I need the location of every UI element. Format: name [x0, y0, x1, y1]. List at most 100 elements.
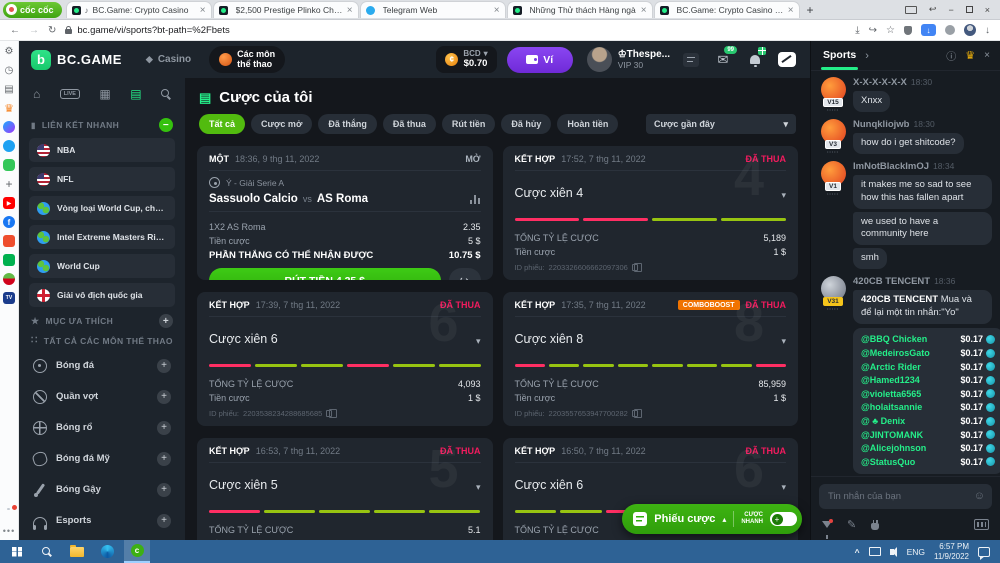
sidebar-sport-item[interactable]: Bóng đá — [29, 352, 175, 379]
tip-recipient[interactable]: @Hamed1234 — [861, 375, 920, 385]
display-icon[interactable] — [869, 547, 881, 556]
chat-toggle-icon[interactable] — [776, 51, 798, 69]
collapse-button[interactable] — [159, 118, 173, 132]
browser-tab[interactable]: Những Thử thách Hàng ngà — [507, 1, 653, 18]
forward-icon[interactable]: → — [29, 25, 39, 36]
bookmark-star-icon[interactable]: ☆ — [886, 25, 895, 36]
history-icon[interactable] — [3, 64, 15, 76]
recent-tabs-icon[interactable]: ↩ — [929, 4, 937, 15]
twitter-icon[interactable] — [3, 140, 15, 152]
browser-tab[interactable]: BC.Game: Crypto Casino Gan — [654, 1, 800, 18]
tab-search-icon[interactable] — [905, 6, 917, 14]
chat-username[interactable]: X-X-X-X-X-X — [853, 77, 907, 88]
tab-audio-icon[interactable]: ♪ — [85, 6, 89, 15]
tv-icon[interactable] — [3, 292, 15, 304]
coccoc-browser-button[interactable] — [124, 540, 150, 563]
save-page-icon[interactable]: ⤓ — [855, 25, 859, 36]
profile-avatar-icon[interactable] — [964, 24, 976, 36]
filter-pill[interactable]: Đã thắng — [318, 114, 377, 134]
tip-recipient[interactable]: @ ♣ Denix — [861, 416, 905, 426]
expand-caret-icon[interactable] — [476, 336, 481, 347]
tab-close-icon[interactable] — [641, 5, 647, 16]
filter-pill[interactable]: Rút tiền — [442, 114, 496, 134]
quick-bet-toggle[interactable] — [770, 512, 797, 526]
quick-link[interactable]: World Cup — [29, 254, 175, 278]
tip-recipient[interactable]: @Arctic Rider — [861, 362, 921, 372]
tip-recipient[interactable]: @JINTOMANK — [861, 430, 923, 440]
expand-caret-icon[interactable] — [781, 482, 786, 493]
expand-sport-button[interactable] — [157, 359, 171, 373]
sort-dropdown[interactable]: Cược gần đây — [646, 114, 796, 134]
mail-icon[interactable]: ✉99 — [712, 51, 734, 69]
chat-input[interactable] — [819, 484, 992, 509]
away-team[interactable]: AS Roma — [317, 193, 368, 205]
file-explorer-button[interactable] — [64, 540, 90, 563]
chat-tab-sports[interactable]: Sports — [821, 41, 858, 70]
quick-link[interactable]: Intel Extreme Masters Rio Major 2022 — [29, 225, 175, 249]
action-center-icon[interactable] — [978, 547, 990, 557]
tip-recipient[interactable]: @violetta6565 — [861, 389, 921, 399]
add-favorite-button[interactable] — [159, 314, 173, 328]
share-bet-button[interactable] — [449, 268, 481, 280]
tip-recipient[interactable]: @BBQ Chicken — [861, 334, 927, 344]
info-icon[interactable] — [946, 48, 956, 63]
expand-sport-button[interactable] — [157, 421, 171, 435]
notifications-icon[interactable] — [744, 51, 766, 69]
shopee-icon[interactable] — [3, 235, 15, 247]
expand-sport-button[interactable] — [157, 483, 171, 497]
live-icon[interactable]: LIVE — [60, 89, 80, 99]
quick-link[interactable]: Giải vô địch quốc gia — [29, 283, 175, 307]
bet-history-icon[interactable] — [680, 51, 702, 69]
tip-recipient[interactable]: @holaitsannie — [861, 402, 922, 412]
stats-icon[interactable] — [470, 195, 481, 204]
copy-icon[interactable] — [632, 410, 638, 417]
expand-caret-icon[interactable] — [781, 336, 786, 347]
minimize-button[interactable]: − — [948, 5, 953, 15]
rewards-crown-icon[interactable] — [3, 102, 15, 114]
chevron-right-icon[interactable] — [865, 50, 869, 62]
url-box[interactable]: bc.game/vi/sports?bt-path=%2Fbets — [65, 25, 846, 36]
filter-pill[interactable]: Tất cả — [199, 114, 245, 134]
wallet-button[interactable]: Ví — [507, 47, 573, 73]
sidebar-sport-item[interactable]: Bóng Gậy — [29, 476, 175, 503]
url-text[interactable]: bc.game/vi/sports?bt-path=%2Fbets — [77, 25, 229, 36]
chat-username[interactable]: Nunqkliojwb — [853, 119, 909, 130]
copy-icon[interactable] — [632, 264, 638, 271]
back-icon[interactable]: ← — [10, 25, 20, 36]
downloads-icon[interactable]: ↓ — [985, 25, 990, 36]
speaker-icon[interactable] — [890, 549, 894, 555]
sidebar-sport-item[interactable]: Esports — [29, 507, 175, 534]
expand-caret-icon[interactable] — [476, 482, 481, 493]
tab-close-icon[interactable] — [200, 5, 206, 16]
settings-icon[interactable] — [3, 45, 15, 57]
nav-sports[interactable]: Các mônthể thao — [209, 46, 285, 73]
messenger-icon[interactable] — [3, 121, 15, 133]
my-bets-icon[interactable] — [130, 87, 141, 101]
shop-hat-icon[interactable] — [3, 273, 15, 285]
search-icon[interactable] — [161, 89, 171, 99]
bcgame-logo[interactable]: b BC.GAME — [31, 50, 122, 70]
trophy-icon[interactable] — [965, 49, 975, 62]
coccoc-menu-button[interactable]: cốc cốc — [3, 2, 62, 18]
close-window-button[interactable]: × — [985, 5, 990, 15]
filter-pill[interactable]: Cược mở — [251, 114, 312, 134]
copy-icon[interactable] — [326, 410, 332, 417]
facebook-icon[interactable] — [3, 216, 15, 228]
quick-link[interactable]: NBA — [29, 138, 175, 162]
tab-close-icon[interactable] — [788, 5, 794, 16]
sidebar-sport-item[interactable]: Bóng đá Mỹ — [29, 445, 175, 472]
tray-expand-icon[interactable] — [855, 547, 860, 557]
tab-close-icon[interactable] — [494, 5, 500, 16]
new-tab-button[interactable] — [807, 3, 814, 17]
quick-link[interactable]: Vòng loại World Cup, châu Âu — [29, 196, 175, 220]
download-button[interactable] — [921, 24, 936, 36]
emoji-icon[interactable] — [974, 490, 985, 502]
quick-link[interactable]: NFL — [29, 167, 175, 191]
youtube-icon[interactable] — [3, 197, 15, 209]
user-profile[interactable]: ♔Thespe... VIP 30 — [587, 47, 670, 72]
sidebar-sport-item[interactable]: Quần vợt — [29, 383, 175, 410]
keyboard-icon[interactable] — [974, 519, 989, 530]
filter-pill[interactable]: Đã thua — [383, 114, 436, 134]
calendar-icon[interactable] — [99, 87, 110, 101]
chat-username[interactable]: ImNotBlackImOJ — [853, 161, 929, 172]
